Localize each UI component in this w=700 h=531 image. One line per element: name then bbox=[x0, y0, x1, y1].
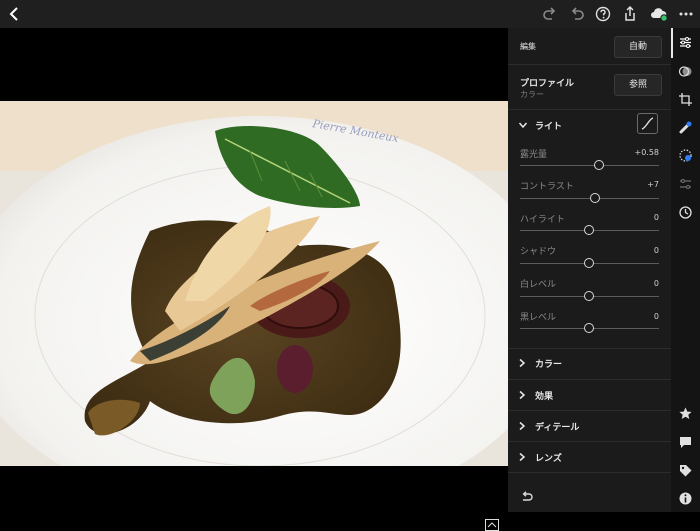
slider-handle[interactable] bbox=[584, 225, 594, 235]
slider-label: 露光量 bbox=[520, 150, 548, 160]
divider bbox=[508, 441, 671, 442]
slider-handle[interactable] bbox=[590, 193, 600, 203]
chevron-right-icon bbox=[519, 358, 526, 368]
undo-icon[interactable] bbox=[568, 5, 586, 23]
slider-handle[interactable] bbox=[594, 160, 604, 170]
crop-icon[interactable] bbox=[678, 92, 693, 107]
active-tool-indicator bbox=[671, 28, 673, 58]
photo-canvas[interactable]: Pierre Monteux bbox=[0, 28, 508, 531]
rating-star-icon[interactable] bbox=[678, 406, 693, 421]
share-icon[interactable] bbox=[621, 5, 639, 23]
tag-icon[interactable] bbox=[678, 463, 693, 478]
chevron-down-icon[interactable] bbox=[518, 120, 528, 130]
slider-value[interactable]: 0 bbox=[654, 246, 659, 255]
adjust-sliders-icon[interactable] bbox=[678, 35, 693, 50]
back-icon[interactable] bbox=[6, 5, 24, 23]
tool-rail bbox=[671, 28, 700, 512]
edit-panel: 編集 自動 プロファイル カラー 参照 ライト 露光量 +0.58 コントラスト… bbox=[508, 28, 671, 512]
section-title: ディテール bbox=[535, 423, 580, 433]
slider-value[interactable]: 0 bbox=[654, 279, 659, 288]
profile-value: カラー bbox=[520, 90, 544, 99]
divider bbox=[508, 410, 671, 411]
divider bbox=[508, 64, 671, 65]
slider-label: ハイライト bbox=[520, 215, 565, 225]
slider-track[interactable] bbox=[520, 165, 659, 166]
slider-value[interactable]: 0 bbox=[654, 312, 659, 321]
divider bbox=[508, 379, 671, 380]
reset-icon[interactable] bbox=[520, 491, 534, 503]
top-bar bbox=[0, 0, 700, 28]
slider-handle[interactable] bbox=[584, 291, 594, 301]
slider-label: 黒レベル bbox=[520, 313, 557, 323]
healing-icon[interactable] bbox=[678, 120, 693, 135]
slider-value[interactable]: +7 bbox=[647, 180, 659, 189]
section-color[interactable]: カラー bbox=[508, 349, 671, 377]
auto-button[interactable]: 自動 bbox=[614, 36, 662, 58]
profile-title: プロファイル bbox=[520, 79, 575, 89]
section-lens[interactable]: レンズ bbox=[508, 443, 671, 471]
comment-icon[interactable] bbox=[678, 435, 693, 450]
versions-icon[interactable] bbox=[678, 177, 693, 192]
divider bbox=[508, 472, 671, 473]
section-title: レンズ bbox=[535, 454, 562, 464]
edit-label: 編集 bbox=[520, 42, 536, 51]
section-title: カラー bbox=[535, 360, 563, 370]
slider-handle[interactable] bbox=[584, 258, 594, 268]
chevron-right-icon bbox=[519, 390, 526, 400]
chevron-right-icon bbox=[519, 421, 526, 431]
redo-icon[interactable] bbox=[541, 5, 559, 23]
help-icon[interactable] bbox=[594, 5, 612, 23]
browse-profile-button[interactable]: 参照 bbox=[614, 74, 662, 96]
section-detail[interactable]: ディテール bbox=[508, 412, 671, 440]
section-effects[interactable]: 効果 bbox=[508, 381, 671, 409]
info-icon[interactable] bbox=[678, 491, 693, 506]
chevron-right-icon bbox=[519, 452, 526, 462]
history-icon[interactable] bbox=[678, 205, 693, 220]
slider-handle[interactable] bbox=[584, 323, 594, 333]
cloud-sync-icon[interactable] bbox=[649, 5, 669, 23]
more-icon[interactable] bbox=[677, 5, 695, 23]
light-section-title[interactable]: ライト bbox=[535, 119, 562, 132]
masking-icon[interactable] bbox=[678, 148, 693, 163]
tone-curve-icon bbox=[641, 117, 654, 130]
slider-label: 白レベル bbox=[520, 280, 557, 290]
tone-curve-button[interactable] bbox=[637, 113, 658, 134]
slider-label: シャドウ bbox=[520, 247, 557, 257]
slider-value[interactable]: +0.58 bbox=[634, 148, 659, 157]
section-title: 効果 bbox=[535, 392, 554, 402]
photo-image: Pierre Monteux bbox=[0, 101, 508, 466]
divider bbox=[508, 109, 671, 110]
presets-icon[interactable] bbox=[678, 64, 693, 79]
slider-label: コントラスト bbox=[520, 182, 574, 192]
slider-value[interactable]: 0 bbox=[654, 213, 659, 222]
before-after-icon[interactable] bbox=[485, 519, 499, 531]
